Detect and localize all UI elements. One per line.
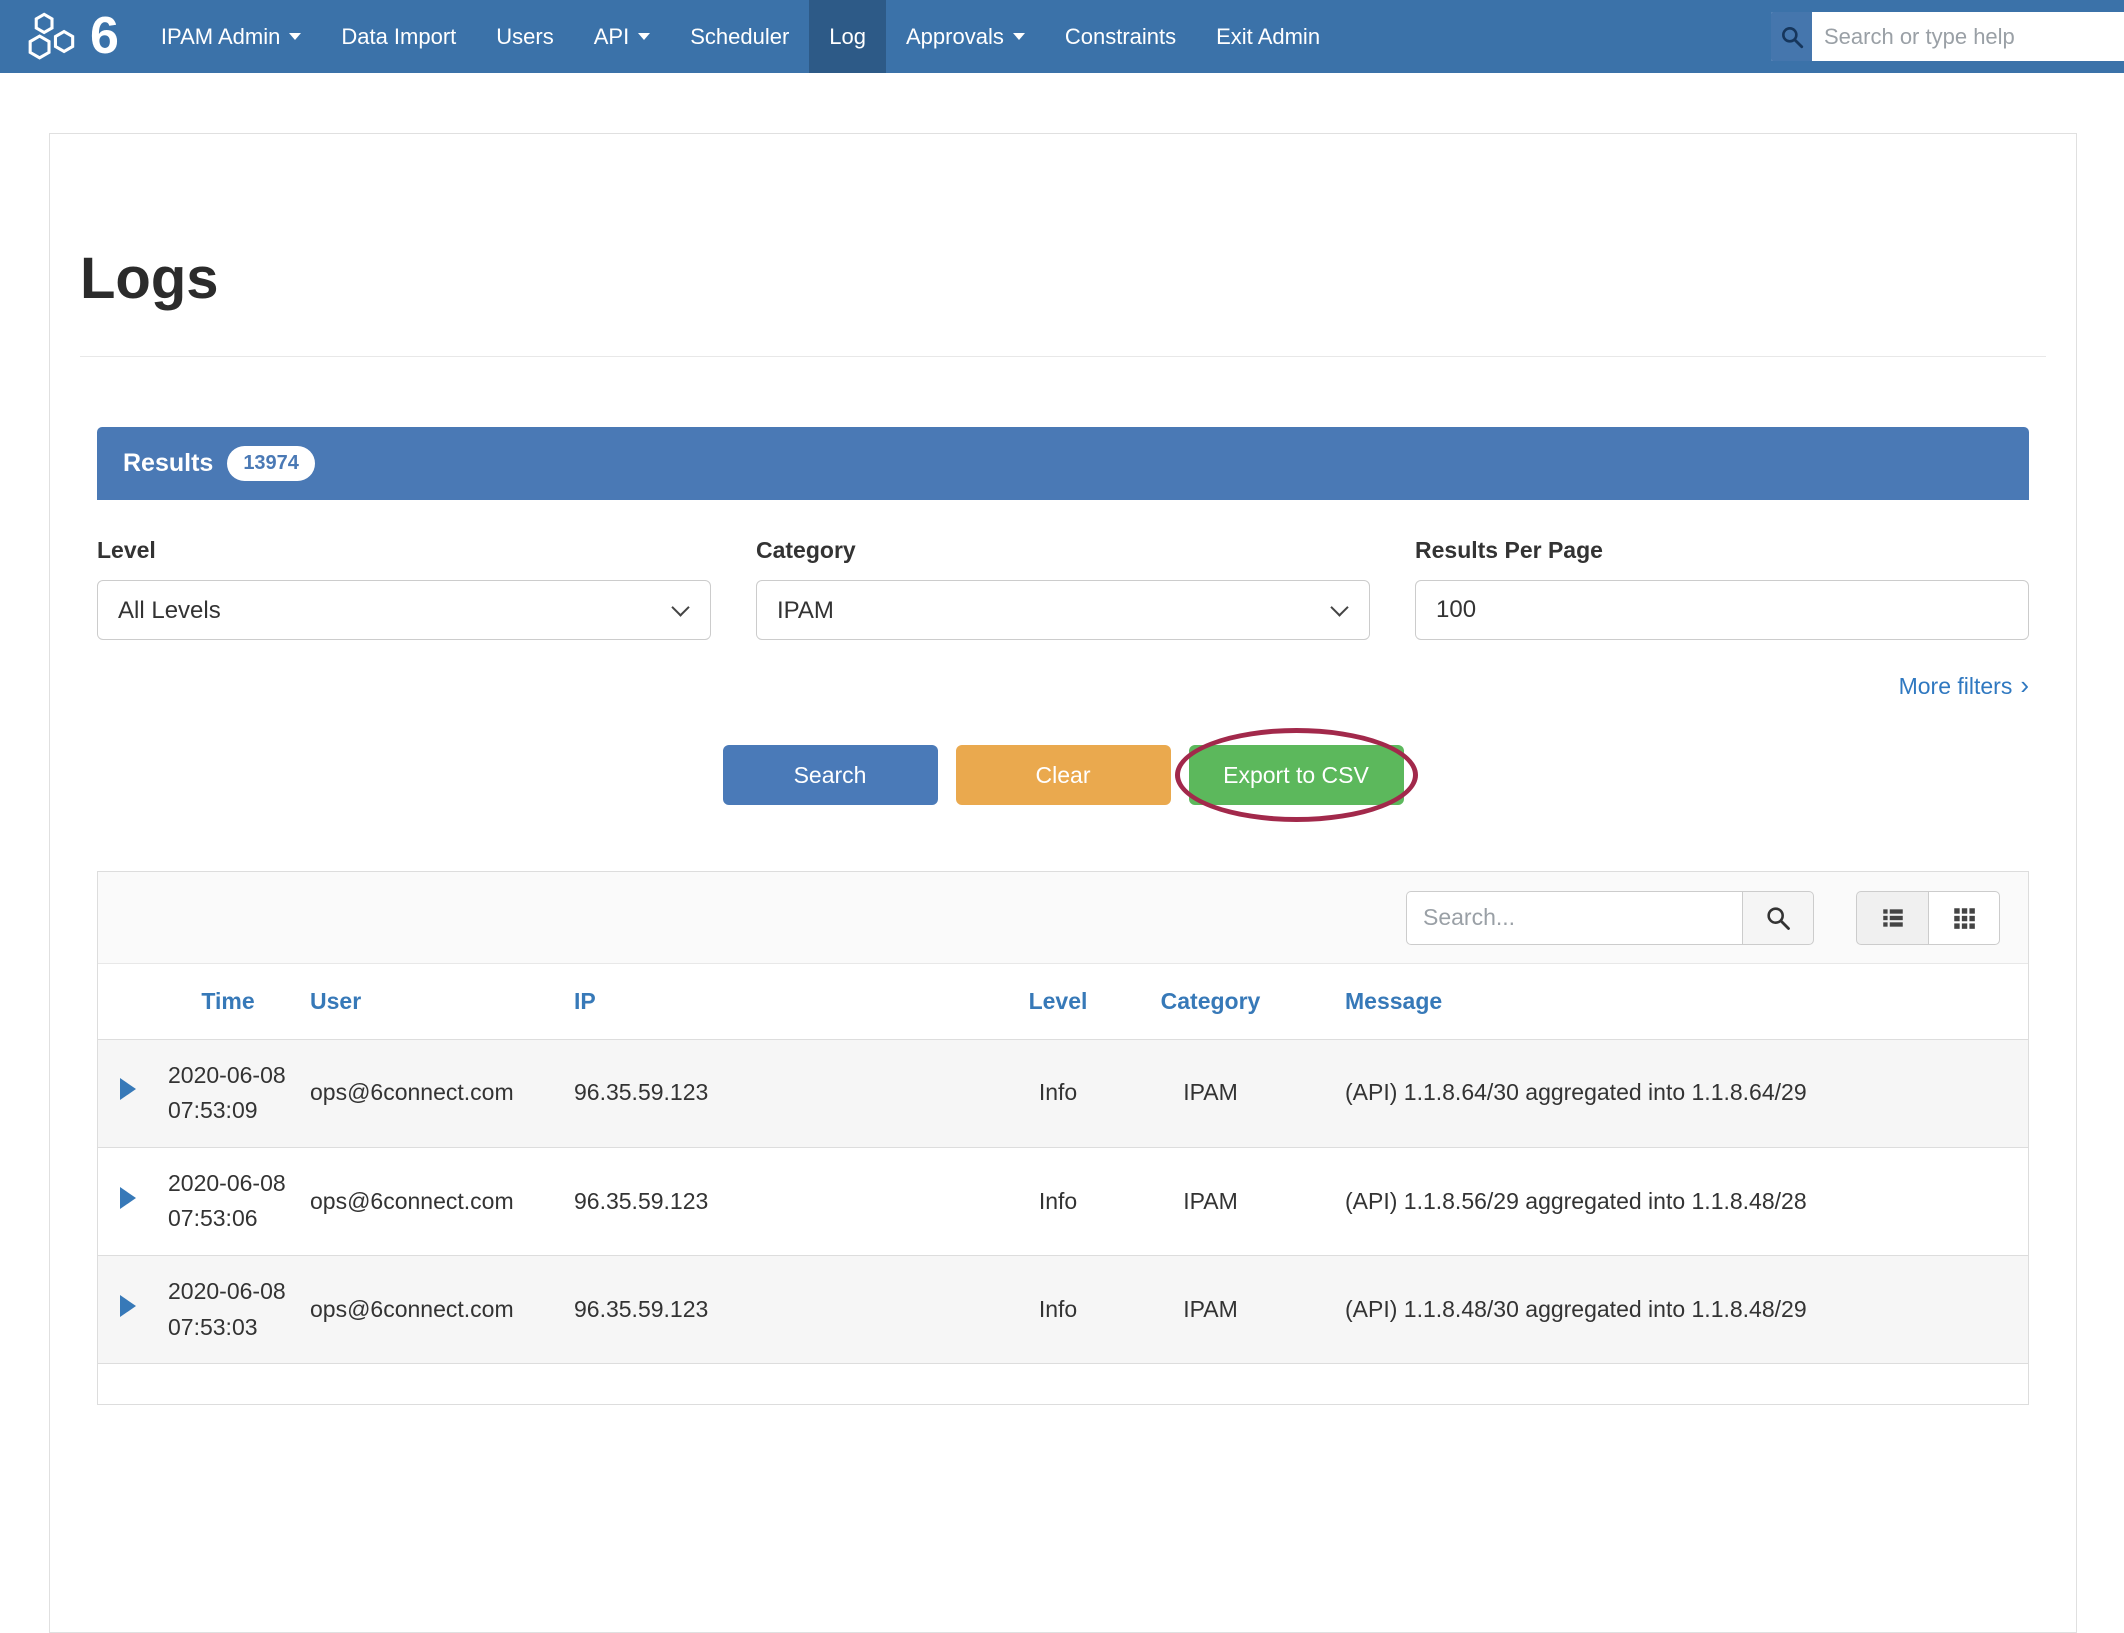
column-header-category[interactable]: Category bbox=[1128, 964, 1293, 1039]
results-panel-header: Results 13974 bbox=[97, 427, 2029, 500]
more-filters-label: More filters bbox=[1899, 673, 2013, 699]
table-search-input[interactable] bbox=[1406, 891, 1742, 945]
cell-time: 2020-06-08 07:53:09 bbox=[158, 1039, 298, 1147]
cell-level: Info bbox=[988, 1147, 1128, 1255]
table-toolbar bbox=[98, 872, 2028, 964]
column-header-ip[interactable]: IP bbox=[548, 964, 988, 1039]
nav-label: Data Import bbox=[341, 24, 456, 50]
cell-ip: 96.35.59.123 bbox=[548, 1256, 988, 1364]
category-label: Category bbox=[756, 537, 1370, 564]
nav-item-log[interactable]: Log bbox=[809, 0, 886, 73]
column-header-level[interactable]: Level bbox=[988, 964, 1128, 1039]
log-table-card: Time User IP Level Category Message 2020… bbox=[97, 871, 2029, 1405]
cell-user: ops@6connect.com bbox=[298, 1039, 548, 1147]
actions-row: Search Clear Export to CSV bbox=[50, 745, 2076, 805]
expand-column-header bbox=[98, 964, 158, 1039]
search-button[interactable]: Search bbox=[723, 745, 938, 805]
logo[interactable]: 6 bbox=[0, 0, 141, 73]
nav-item-data-import[interactable]: Data Import bbox=[321, 0, 476, 73]
nav-item-api[interactable]: API bbox=[574, 0, 670, 73]
dropdown-caret-icon bbox=[1013, 33, 1025, 40]
grid-view-button[interactable] bbox=[1928, 891, 2000, 945]
chevron-right-icon: › bbox=[2020, 670, 2029, 700]
nav-label: Users bbox=[496, 24, 553, 50]
log-table: Time User IP Level Category Message 2020… bbox=[98, 964, 2028, 1404]
table-search-button[interactable] bbox=[1742, 891, 1814, 945]
cell-level: Info bbox=[988, 1039, 1128, 1147]
more-filters-link[interactable]: More filters › bbox=[50, 670, 2029, 701]
cell-category: IPAM bbox=[1128, 1147, 1293, 1255]
level-select[interactable]: All Levels bbox=[97, 580, 711, 640]
nav-label: Log bbox=[829, 24, 866, 50]
column-header-time[interactable]: Time bbox=[158, 964, 298, 1039]
table-row: 2020-06-08 07:53:06 ops@6connect.com 96.… bbox=[98, 1147, 2028, 1255]
global-search-input[interactable] bbox=[1812, 12, 2124, 61]
cell-ip: 96.35.59.123 bbox=[548, 1147, 988, 1255]
cell-category: IPAM bbox=[1128, 1256, 1293, 1364]
dropdown-caret-icon bbox=[638, 33, 650, 40]
cell-level: Info bbox=[988, 1256, 1128, 1364]
top-navbar: 6 IPAM Admin Data Import Users API Sched… bbox=[0, 0, 2124, 73]
list-view-button[interactable] bbox=[1856, 891, 1928, 945]
nav-label: IPAM Admin bbox=[161, 24, 280, 50]
brand-text: 6 bbox=[90, 0, 119, 73]
cell-message: (API) 1.1.8.48/30 aggregated into 1.1.8.… bbox=[1293, 1256, 2028, 1364]
results-per-page-label: Results Per Page bbox=[1415, 537, 2029, 564]
cell-ip: 96.35.59.123 bbox=[548, 1039, 988, 1147]
expand-row-icon[interactable] bbox=[120, 1295, 136, 1317]
cell-user: ops@6connect.com bbox=[298, 1256, 548, 1364]
nav-item-exit-admin[interactable]: Exit Admin bbox=[1196, 0, 1340, 73]
nav-menu: IPAM Admin Data Import Users API Schedul… bbox=[141, 0, 1340, 73]
nav-label: API bbox=[594, 24, 629, 50]
cell-time: 2020-06-08 07:53:06 bbox=[158, 1147, 298, 1255]
table-row bbox=[98, 1364, 2028, 1404]
nav-label: Constraints bbox=[1065, 24, 1176, 50]
nav-item-users[interactable]: Users bbox=[476, 0, 573, 73]
search-icon bbox=[1771, 12, 1812, 61]
clear-button[interactable]: Clear bbox=[956, 745, 1171, 805]
table-row: 2020-06-08 07:53:03 ops@6connect.com 96.… bbox=[98, 1256, 2028, 1364]
dropdown-caret-icon bbox=[289, 33, 301, 40]
hexagon-logo-icon bbox=[26, 9, 84, 65]
table-header-row: Time User IP Level Category Message bbox=[98, 964, 2028, 1039]
search-icon bbox=[1764, 904, 1792, 932]
results-per-page-input[interactable] bbox=[1415, 580, 2029, 640]
nav-item-ipam-admin[interactable]: IPAM Admin bbox=[141, 0, 321, 73]
view-toggle-group bbox=[1856, 891, 2000, 945]
level-label: Level bbox=[97, 537, 711, 564]
cell-message: (API) 1.1.8.64/30 aggregated into 1.1.8.… bbox=[1293, 1039, 2028, 1147]
nav-item-constraints[interactable]: Constraints bbox=[1045, 0, 1196, 73]
expand-row-icon[interactable] bbox=[120, 1078, 136, 1100]
column-header-user[interactable]: User bbox=[298, 964, 548, 1039]
cell-time: 2020-06-08 07:53:03 bbox=[158, 1256, 298, 1364]
title-divider bbox=[80, 356, 2046, 357]
nav-item-scheduler[interactable]: Scheduler bbox=[670, 0, 809, 73]
results-count-badge: 13974 bbox=[227, 446, 315, 481]
filters-row: Level All Levels Category IPAM Results P… bbox=[97, 537, 2029, 640]
nav-label: Exit Admin bbox=[1216, 24, 1320, 50]
nav-label: Approvals bbox=[906, 24, 1004, 50]
nav-item-approvals[interactable]: Approvals bbox=[886, 0, 1045, 73]
category-select[interactable]: IPAM bbox=[756, 580, 1370, 640]
global-search bbox=[1771, 12, 2124, 61]
expand-row-icon[interactable] bbox=[120, 1187, 136, 1209]
export-to-csv-button[interactable]: Export to CSV bbox=[1189, 745, 1404, 805]
list-view-icon bbox=[1880, 905, 1906, 931]
table-row: 2020-06-08 07:53:09 ops@6connect.com 96.… bbox=[98, 1039, 2028, 1147]
cell-category: IPAM bbox=[1128, 1039, 1293, 1147]
page-title: Logs bbox=[80, 245, 2076, 312]
cell-message: (API) 1.1.8.56/29 aggregated into 1.1.8.… bbox=[1293, 1147, 2028, 1255]
results-title: Results bbox=[123, 449, 213, 478]
nav-label: Scheduler bbox=[690, 24, 789, 50]
cell-user: ops@6connect.com bbox=[298, 1147, 548, 1255]
column-header-message[interactable]: Message bbox=[1293, 964, 2028, 1039]
grid-view-icon bbox=[1951, 905, 1977, 931]
content-card: Logs Results 13974 Level All Levels Cate… bbox=[49, 133, 2077, 1633]
